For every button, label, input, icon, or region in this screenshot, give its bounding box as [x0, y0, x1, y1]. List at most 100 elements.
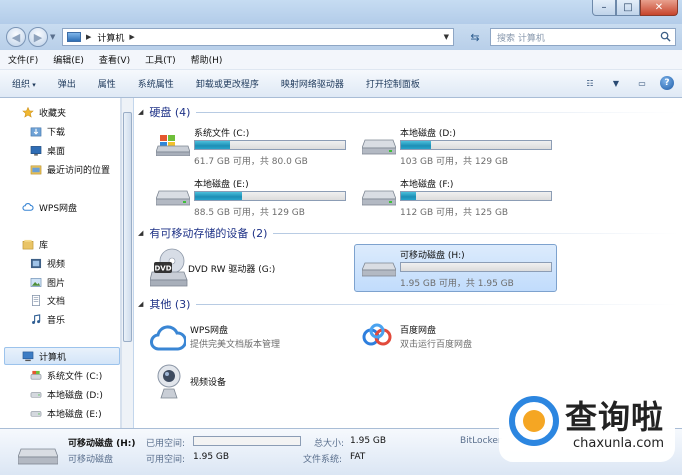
forward-arrow-icon: ▶	[33, 30, 43, 44]
address-dropdown-icon[interactable]: ▼	[444, 33, 449, 41]
help-icon[interactable]: ?	[660, 76, 674, 90]
maximize-button[interactable]: □	[616, 0, 640, 16]
nav-drive-e[interactable]: 本地磁盘 (E:)	[30, 407, 102, 420]
search-input[interactable]: 搜索 计算机	[490, 28, 676, 46]
nav-desktop-label: 桌面	[47, 147, 66, 157]
watermark-url: chaxunla.com	[573, 436, 664, 451]
nav-desktop[interactable]: 桌面	[30, 144, 65, 157]
system-properties-button[interactable]: 系统属性	[138, 77, 174, 90]
nav-wps-drive[interactable]: WPS网盘	[22, 201, 77, 214]
nav-music[interactable]: 音乐	[30, 313, 65, 326]
nav-favorites[interactable]: 收藏夹	[22, 106, 66, 119]
navigation-scrollbar[interactable]	[121, 98, 133, 428]
nav-favorites-label: 收藏夹	[39, 109, 67, 119]
menu-edit[interactable]: 编辑(E)	[53, 53, 84, 66]
details-usage-bar	[193, 436, 301, 446]
details-drive-type: 可移动磁盘	[68, 455, 114, 465]
organize-button[interactable]: 组织	[12, 77, 36, 90]
nav-pictures[interactable]: 图片	[30, 276, 65, 289]
drive-d[interactable]: 本地磁盘 (D:) 103 GB 可用，共 129 GB	[354, 126, 554, 170]
eject-button[interactable]: 弹出	[58, 77, 76, 90]
collapse-triangle-icon[interactable]: ◢	[138, 229, 143, 237]
menu-bar: 文件(F) 编辑(E) 查看(V) 工具(T) 帮助(H)	[0, 50, 682, 70]
nav-computer[interactable]: 计算机	[22, 350, 66, 363]
menu-file[interactable]: 文件(F)	[8, 53, 38, 66]
nav-drive-d[interactable]: 本地磁盘 (D:)	[30, 388, 103, 401]
nav-videos-label: 视频	[47, 260, 66, 270]
collapse-triangle-icon[interactable]: ◢	[138, 300, 143, 308]
preview-pane-icon[interactable]: ▭	[634, 76, 650, 90]
baidu-cloud-drive[interactable]: 百度网盘 双击运行百度网盘	[360, 323, 560, 357]
refresh-button[interactable]: ⇆	[464, 28, 486, 46]
details-free-label: 可用空间:	[146, 455, 186, 465]
picture-library-icon	[30, 278, 42, 287]
drive-c-usage-fill	[195, 141, 230, 149]
nav-recent-places[interactable]: 最近访问的位置	[30, 163, 110, 176]
hard-drive-icon	[30, 392, 42, 398]
view-options-icon[interactable]: ☷	[582, 76, 598, 90]
hard-drive-icon	[30, 411, 42, 417]
drive-h[interactable]: 可移动磁盘 (H:) 1.95 GB 可用，共 1.95 GB	[354, 248, 554, 292]
group-header-other[interactable]: ◢ 其他 (3)	[138, 296, 678, 312]
music-library-icon	[32, 314, 41, 324]
view-dropdown-icon[interactable]: ▼	[608, 76, 624, 90]
nav-drive-c-label: 系统文件 (C:)	[47, 372, 103, 382]
menu-help[interactable]: 帮助(H)	[191, 53, 223, 66]
recent-pages-dropdown[interactable]: ▼	[50, 33, 55, 41]
baidu-cloud-desc: 双击运行百度网盘	[400, 340, 473, 350]
details-used-label: 已用空间:	[146, 439, 186, 449]
wps-cloud-name: WPS网盘	[190, 326, 229, 336]
drive-h-free-space: 1.95 GB 可用，共 1.95 GB	[400, 279, 514, 289]
library-icon	[22, 239, 34, 250]
drive-f-usage-bar	[400, 191, 552, 201]
drive-e-usage-bar	[194, 191, 346, 201]
drive-f-usage-fill	[401, 192, 416, 200]
properties-button[interactable]: 属性	[98, 77, 116, 90]
drive-d-usage-bar	[400, 140, 552, 150]
group-header-hard-disks[interactable]: ◢ 硬盘 (4)	[138, 104, 678, 120]
nav-libraries[interactable]: 库	[22, 238, 48, 251]
wps-cloud-drive[interactable]: WPS网盘 提供完美文档版本管理	[150, 323, 350, 357]
forward-button[interactable]: ▶	[28, 27, 48, 47]
back-arrow-icon: ◀	[11, 30, 21, 44]
nav-downloads[interactable]: 下载	[30, 125, 65, 138]
nav-documents[interactable]: 文档	[30, 294, 65, 307]
window-controls: – □ ✕	[592, 0, 678, 16]
nav-videos[interactable]: 视频	[30, 257, 65, 270]
menu-view[interactable]: 查看(V)	[99, 53, 130, 66]
close-button[interactable]: ✕	[640, 0, 678, 16]
details-drive-name: 可移动磁盘 (H:)	[68, 439, 136, 449]
breadcrumb-arrow-icon[interactable]: ▶	[86, 33, 91, 41]
drive-c[interactable]: 系统文件 (C:) 61.7 GB 可用，共 80.0 GB	[148, 126, 348, 170]
nav-drive-c[interactable]: 系统文件 (C:)	[30, 369, 102, 382]
address-row: ◀ ▶ ▼ ▶ 计算机 ▶ ▼ ⇆ 搜索 计算机	[0, 24, 682, 50]
nav-computer-label: 计算机	[39, 353, 67, 363]
dvd-logo-text: DVD	[154, 265, 171, 273]
collapse-triangle-icon[interactable]: ◢	[138, 108, 143, 116]
details-fs-value: FAT	[350, 452, 366, 462]
minimize-button[interactable]: –	[592, 0, 616, 16]
drive-f[interactable]: 本地磁盘 (F:) 112 GB 可用，共 125 GB	[354, 177, 554, 221]
breadcrumb-arrow-icon[interactable]: ▶	[129, 33, 134, 41]
open-control-panel-button[interactable]: 打开控制面板	[366, 77, 420, 90]
menu-tools[interactable]: 工具(T)	[145, 53, 176, 66]
video-device-name: 视频设备	[190, 378, 227, 388]
uninstall-program-button[interactable]: 卸载或更改程序	[196, 77, 259, 90]
nav-downloads-label: 下载	[47, 128, 66, 138]
drive-g-dvd[interactable]: DVD DVD RW 驱动器 (G:)	[148, 248, 348, 292]
hard-drive-icon	[362, 190, 396, 206]
group-header-removable[interactable]: ◢ 有可移动存储的设备 (2)	[138, 225, 678, 241]
nav-music-label: 音乐	[47, 316, 66, 326]
breadcrumb-computer[interactable]: 计算机	[97, 31, 124, 44]
back-button[interactable]: ◀	[6, 27, 26, 47]
nav-wps-drive-label: WPS网盘	[39, 204, 78, 214]
drive-e[interactable]: 本地磁盘 (E:) 88.5 GB 可用，共 129 GB	[148, 177, 348, 221]
address-bar[interactable]: ▶ 计算机 ▶ ▼	[62, 28, 454, 46]
wps-cloud-icon	[150, 325, 186, 351]
map-network-drive-button[interactable]: 映射网络驱动器	[281, 77, 344, 90]
search-icon	[660, 31, 671, 42]
document-library-icon	[32, 295, 40, 306]
video-device[interactable]: 视频设备	[150, 363, 350, 403]
navigation-scrollbar-thumb[interactable]	[123, 112, 132, 342]
navigation-pane: 收藏夹 下载 桌面 最近访问的位置 WPS网盘 库 视频 图片 文档 音乐 计算…	[0, 98, 121, 428]
